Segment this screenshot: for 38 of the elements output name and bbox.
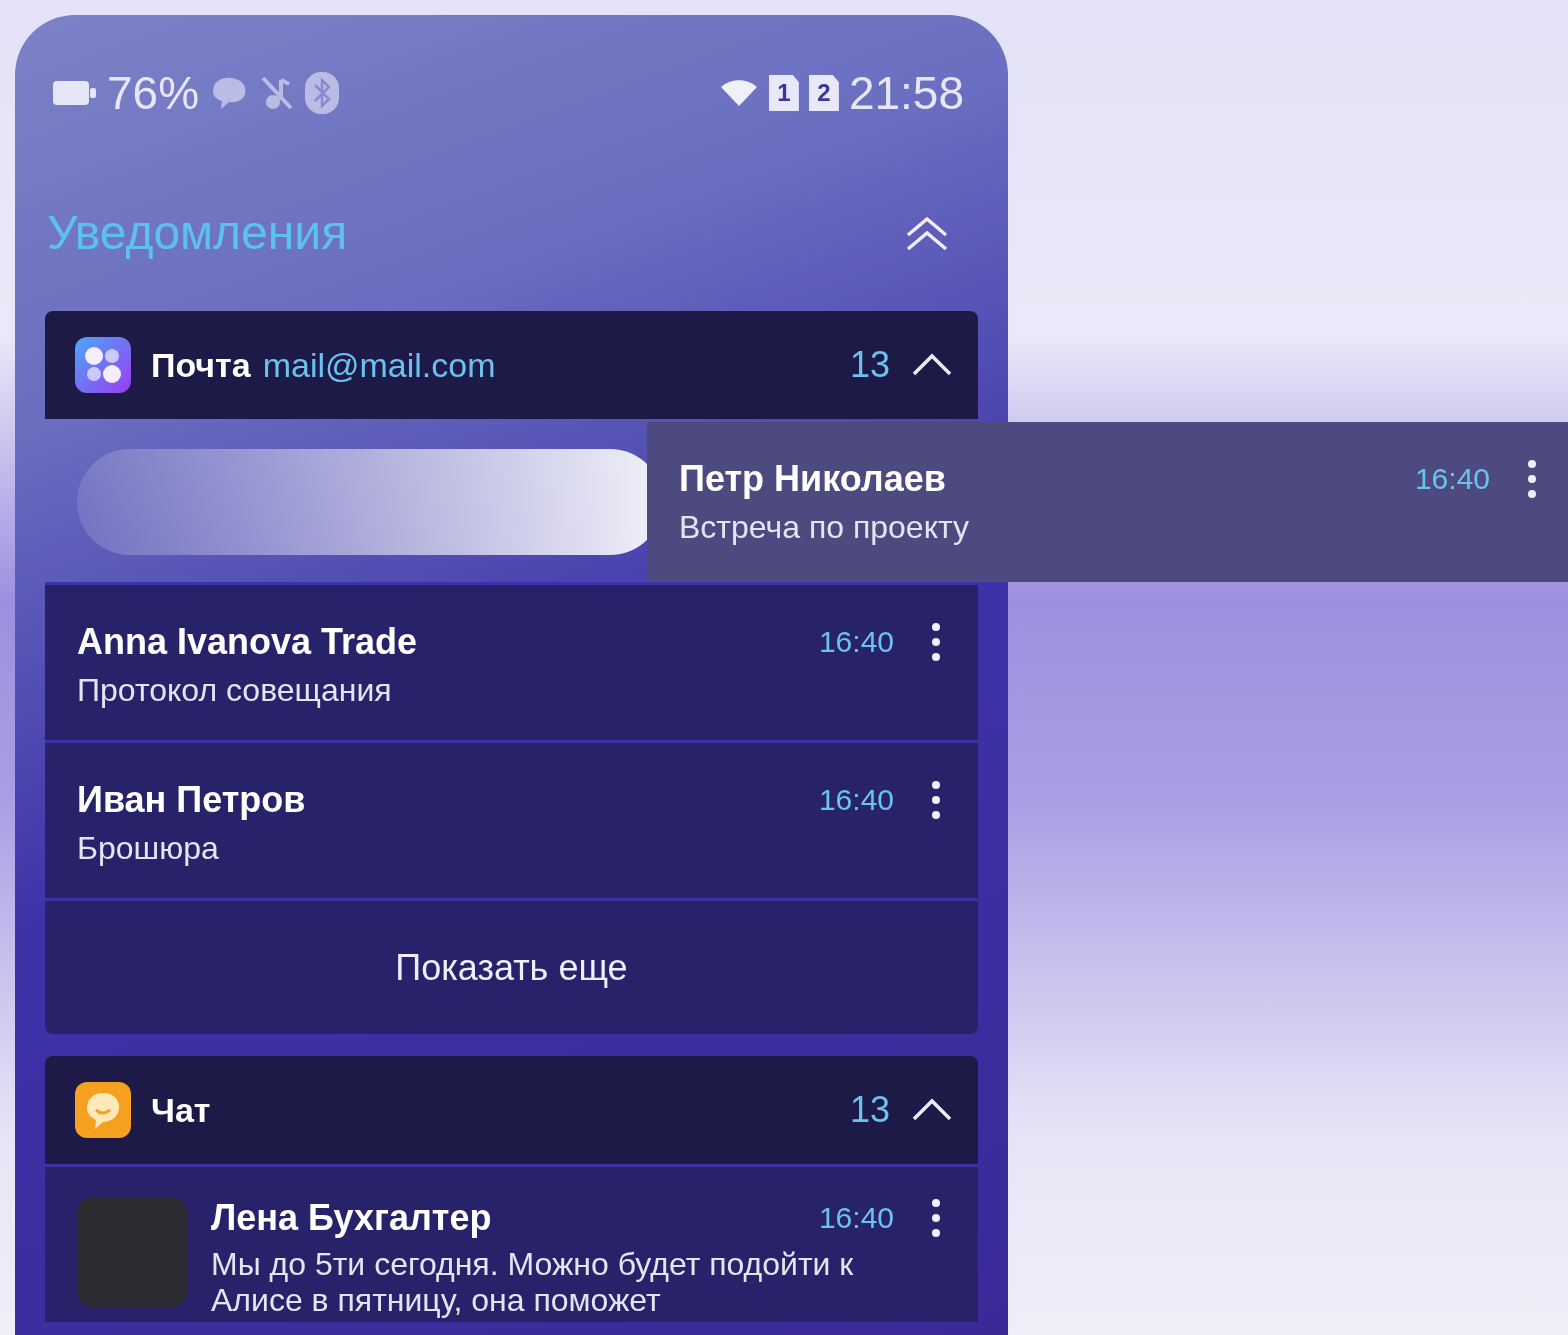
app-name: Почта <box>151 345 251 385</box>
message-subject: Встреча по проекту <box>679 508 970 547</box>
more-options-icon[interactable] <box>1526 459 1538 499</box>
bluetooth-icon <box>305 72 340 114</box>
notification-count: 13 <box>849 344 890 386</box>
sim-card-icon: 1 <box>768 75 799 111</box>
battery-icon <box>53 79 97 107</box>
message-time: 16:40 <box>818 1201 894 1235</box>
notification-item[interactable]: Иван Петров 16:40 Брошюра <box>45 740 978 898</box>
battery-percent: 76% <box>107 66 200 120</box>
sender-name: Иван Петров <box>77 779 307 821</box>
message-subject: Мы до 5ти сегодня. Можно будет подойти к Алисе в пятницу, она поможет <box>211 1247 855 1319</box>
app-icon <box>75 1082 131 1138</box>
app-name: Чат <box>151 1090 211 1130</box>
message-time: 16:40 <box>1414 462 1490 496</box>
wifi-icon <box>718 79 759 107</box>
sender-name: Петр Николаев <box>679 458 947 500</box>
more-options-icon[interactable] <box>930 1198 942 1238</box>
more-options-icon[interactable] <box>930 622 942 662</box>
app-icon <box>75 337 131 393</box>
message-time: 16:40 <box>818 783 894 817</box>
clock: 21:58 <box>848 66 964 120</box>
sender-name: Лена Бухгалтер <box>211 1197 493 1239</box>
message-time: 16:40 <box>818 625 894 659</box>
panel-title: Уведомления <box>47 205 348 260</box>
notification-count: 13 <box>849 1089 890 1131</box>
message-subject: Брошюра <box>77 829 220 868</box>
account-email: mail@mail.com <box>262 345 496 385</box>
notification-item[interactable]: Петр Николаев 16:40 Встреча по проекту <box>647 422 1568 582</box>
notification-item[interactable]: Лена Бухгалтер 16:40 Мы до 5ти сегодня. Можно будет подойти к Алисе в пятницу, она поможет <box>45 1164 978 1322</box>
more-options-icon[interactable] <box>930 780 942 820</box>
app-group-header[interactable]: Чат 13 <box>45 1056 978 1164</box>
notification-item[interactable]: Anna Ivanova Trade 16:40 Протокол совещания <box>45 582 978 740</box>
sim-card-icon: 2 <box>808 75 839 111</box>
show-more-button[interactable]: Показать еще <box>45 898 978 1034</box>
sender-name: Anna Ivanova Trade <box>77 621 419 663</box>
app-group-header[interactable]: Почта mail@mail.com 13 <box>45 311 978 419</box>
message-subject: Протокол совещания <box>77 671 393 710</box>
